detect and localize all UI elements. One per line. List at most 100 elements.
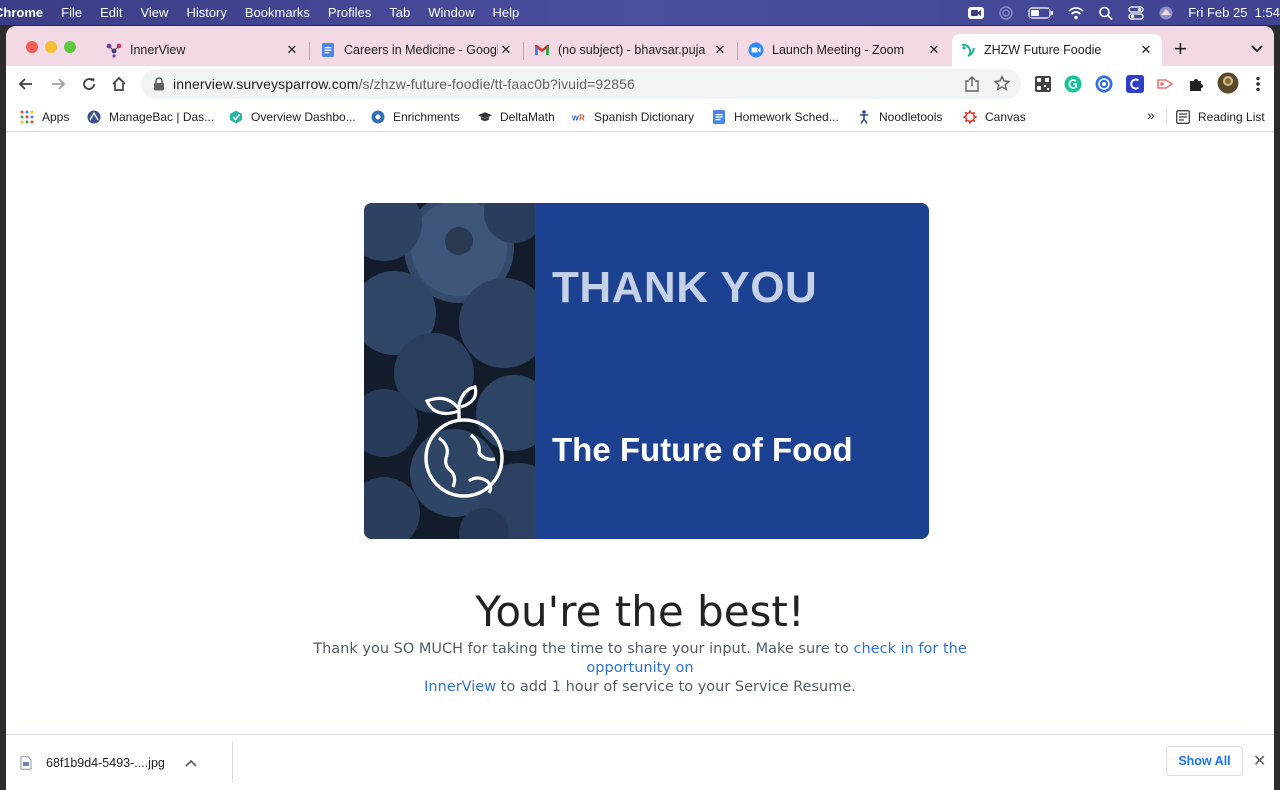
wifi-icon[interactable] [1068, 6, 1084, 20]
bookmark-label: Spanish Dictionary [594, 110, 695, 124]
bookmark-label: Apps [42, 110, 70, 124]
control-center-icon[interactable] [1128, 5, 1144, 20]
bookmark-label: Noodletools [879, 110, 943, 124]
window-zoom-button[interactable] [64, 41, 76, 53]
bookmark-apps[interactable]: Apps [20, 108, 69, 126]
url-text: innerview.surveysparrow.com/s/zhzw-futur… [173, 76, 635, 92]
bookmark-homework-schedule[interactable]: Homework Sched... [712, 108, 839, 126]
tab-close-icon[interactable]: ✕ [284, 42, 300, 58]
macos-menu-bar: Chrome File Edit View History Bookmarks … [0, 0, 1280, 25]
c-extension-icon[interactable] [1125, 74, 1145, 94]
tab-close-icon[interactable]: ✕ [1138, 42, 1154, 58]
url-path: /s/zhzw-future-foodie/tt-faac0b?ivuid=92… [358, 76, 635, 92]
browser-window: InnerView ✕ Careers in Medicine - Googl … [6, 26, 1274, 790]
bookmark-canvas[interactable]: Canvas [963, 108, 1026, 126]
screencast-extension-icon[interactable] [1155, 74, 1175, 94]
download-options-chevron-up-icon[interactable] [185, 759, 197, 767]
menu-file[interactable]: File [52, 5, 91, 20]
extensions-puzzle-icon[interactable] [1186, 74, 1206, 94]
show-all-button[interactable]: Show All [1166, 746, 1243, 776]
bookmark-star-icon[interactable] [993, 74, 1011, 96]
reading-list-icon [1176, 110, 1190, 124]
bookmark-enrichments[interactable]: Enrichments [371, 108, 460, 126]
tab-innerview[interactable]: InnerView ✕ [98, 34, 308, 66]
globe-sprout-icon [424, 385, 504, 498]
tab-close-icon[interactable]: ✕ [498, 42, 514, 58]
spotlight-search-icon[interactable] [1098, 6, 1114, 20]
menu-bar-status-area: Fri Feb 25 1:54 [968, 0, 1280, 25]
banner-text-panel: THANK YOU The Future of Food [535, 203, 929, 539]
close-download-shelf-icon[interactable]: ✕ [1253, 751, 1266, 771]
tab-separator [523, 42, 524, 60]
managebac-icon [87, 110, 101, 124]
download-shelf: 68f1b9d4-5493-....jpg Show All ✕ [6, 734, 1274, 790]
bookmark-noodletools[interactable]: Noodletools [857, 108, 942, 126]
page-title: You're the best! [475, 587, 805, 636]
gmail-icon [534, 42, 550, 58]
menu-history[interactable]: History [177, 5, 235, 20]
tab-zoom-launch-meeting[interactable]: Launch Meeting - Zoom ✕ [740, 34, 950, 66]
thank-you-heading: THANK YOU [552, 263, 818, 312]
lock-icon[interactable] [153, 77, 165, 96]
tab-close-icon[interactable]: ✕ [926, 42, 942, 58]
menu-bookmarks[interactable]: Bookmarks [236, 5, 319, 20]
profile-avatar[interactable] [1217, 72, 1239, 94]
menu-window[interactable]: Window [419, 5, 483, 20]
menu-edit[interactable]: Edit [91, 5, 131, 20]
tab-search-chevron-down-icon[interactable] [1251, 40, 1263, 58]
innerview-icon [106, 42, 122, 58]
address-bar[interactable]: innerview.surveysparrow.com/s/zhzw-futur… [141, 69, 1021, 99]
bookmarks-bar: Apps ManageBac | Das... Overview Dashbo.… [6, 102, 1274, 132]
window-minimize-button[interactable] [45, 41, 57, 53]
share-icon[interactable] [965, 76, 979, 97]
reading-list-button[interactable]: Reading List [1176, 108, 1265, 126]
bookmark-deltamath[interactable]: DeltaMath [478, 108, 555, 126]
user-avatar-icon[interactable] [1158, 6, 1174, 20]
image-file-icon [20, 756, 32, 770]
airdrop-icon[interactable] [998, 5, 1014, 20]
download-item[interactable]: 68f1b9d4-5493-....jpg [20, 745, 197, 781]
browser-menu-kebab-icon[interactable] [1248, 74, 1268, 94]
menu-profiles[interactable]: Profiles [319, 5, 380, 20]
tab-careers-in-medicine[interactable]: Careers in Medicine - Googl ✕ [312, 34, 522, 66]
bookmarks-overflow-button[interactable]: » [1147, 107, 1155, 123]
browser-toolbar: innerview.surveysparrow.com/s/zhzw-futur… [6, 66, 1274, 102]
menu-tab[interactable]: Tab [380, 5, 419, 20]
battery-icon[interactable] [1028, 6, 1054, 20]
thank-you-banner: THANK YOU The Future of Food [364, 203, 929, 539]
tab-title: Launch Meeting - Zoom [772, 43, 905, 57]
grammarly-icon[interactable] [1063, 74, 1083, 94]
google-docs-icon [320, 42, 336, 58]
tab-gmail[interactable]: (no subject) - bhavsar.puja ✕ [526, 34, 736, 66]
tab-strip: InnerView ✕ Careers in Medicine - Googl … [6, 26, 1274, 66]
bookmark-overview-dashboard[interactable]: Overview Dashbo... [229, 108, 356, 126]
home-icon[interactable] [107, 72, 131, 96]
vpn-shield-icon[interactable] [1094, 74, 1114, 94]
graduation-cap-icon [478, 110, 492, 124]
zoom-status-icon[interactable] [968, 6, 985, 20]
tab-zhzw-future-foodie[interactable]: ZHZW Future Foodie ✕ [952, 34, 1162, 66]
menu-help[interactable]: Help [484, 5, 529, 20]
bookmark-managebac[interactable]: ManageBac | Das... [87, 108, 214, 126]
menu-view[interactable]: View [131, 5, 177, 20]
reading-list-label: Reading List [1198, 110, 1265, 124]
tab-close-icon[interactable]: ✕ [712, 42, 728, 58]
tab-title: (no subject) - bhavsar.puja [558, 43, 706, 57]
overview-icon [229, 110, 243, 124]
bookmark-spanish-dictionary[interactable]: wR Spanish Dictionary [572, 108, 694, 126]
check-in-link-line2[interactable]: InnerView [424, 679, 496, 695]
bookmark-label: ManageBac | Das... [109, 110, 215, 124]
download-divider [232, 741, 233, 783]
future-of-food-subtitle: The Future of Food [552, 431, 853, 468]
message-text-end: to add 1 hour of service to your Service… [496, 679, 856, 695]
reload-icon[interactable] [77, 72, 101, 96]
bookmark-label: Overview Dashbo... [251, 110, 356, 124]
qr-extension-icon[interactable] [1033, 74, 1053, 94]
menu-bar-clock[interactable]: Fri Feb 25 1:54 [1188, 5, 1280, 20]
forward-arrow-icon[interactable] [46, 72, 70, 96]
tab-separator [309, 42, 310, 60]
window-close-button[interactable] [26, 41, 38, 53]
new-tab-button[interactable]: + [1174, 36, 1187, 62]
menu-app-chrome[interactable]: Chrome [0, 5, 52, 20]
back-arrow-icon[interactable] [14, 72, 38, 96]
